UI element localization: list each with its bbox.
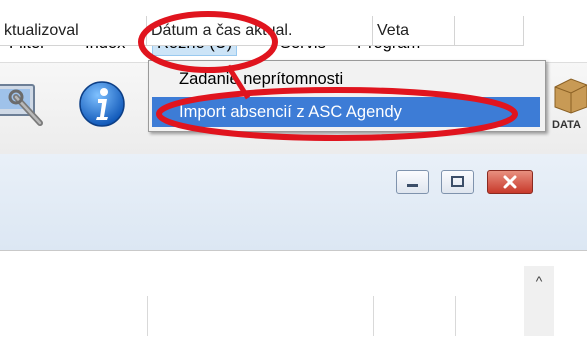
annotation-ellipse-import xyxy=(156,87,518,141)
red-annotation-overlay xyxy=(138,11,518,141)
annotation-circle-menu xyxy=(138,11,278,73)
